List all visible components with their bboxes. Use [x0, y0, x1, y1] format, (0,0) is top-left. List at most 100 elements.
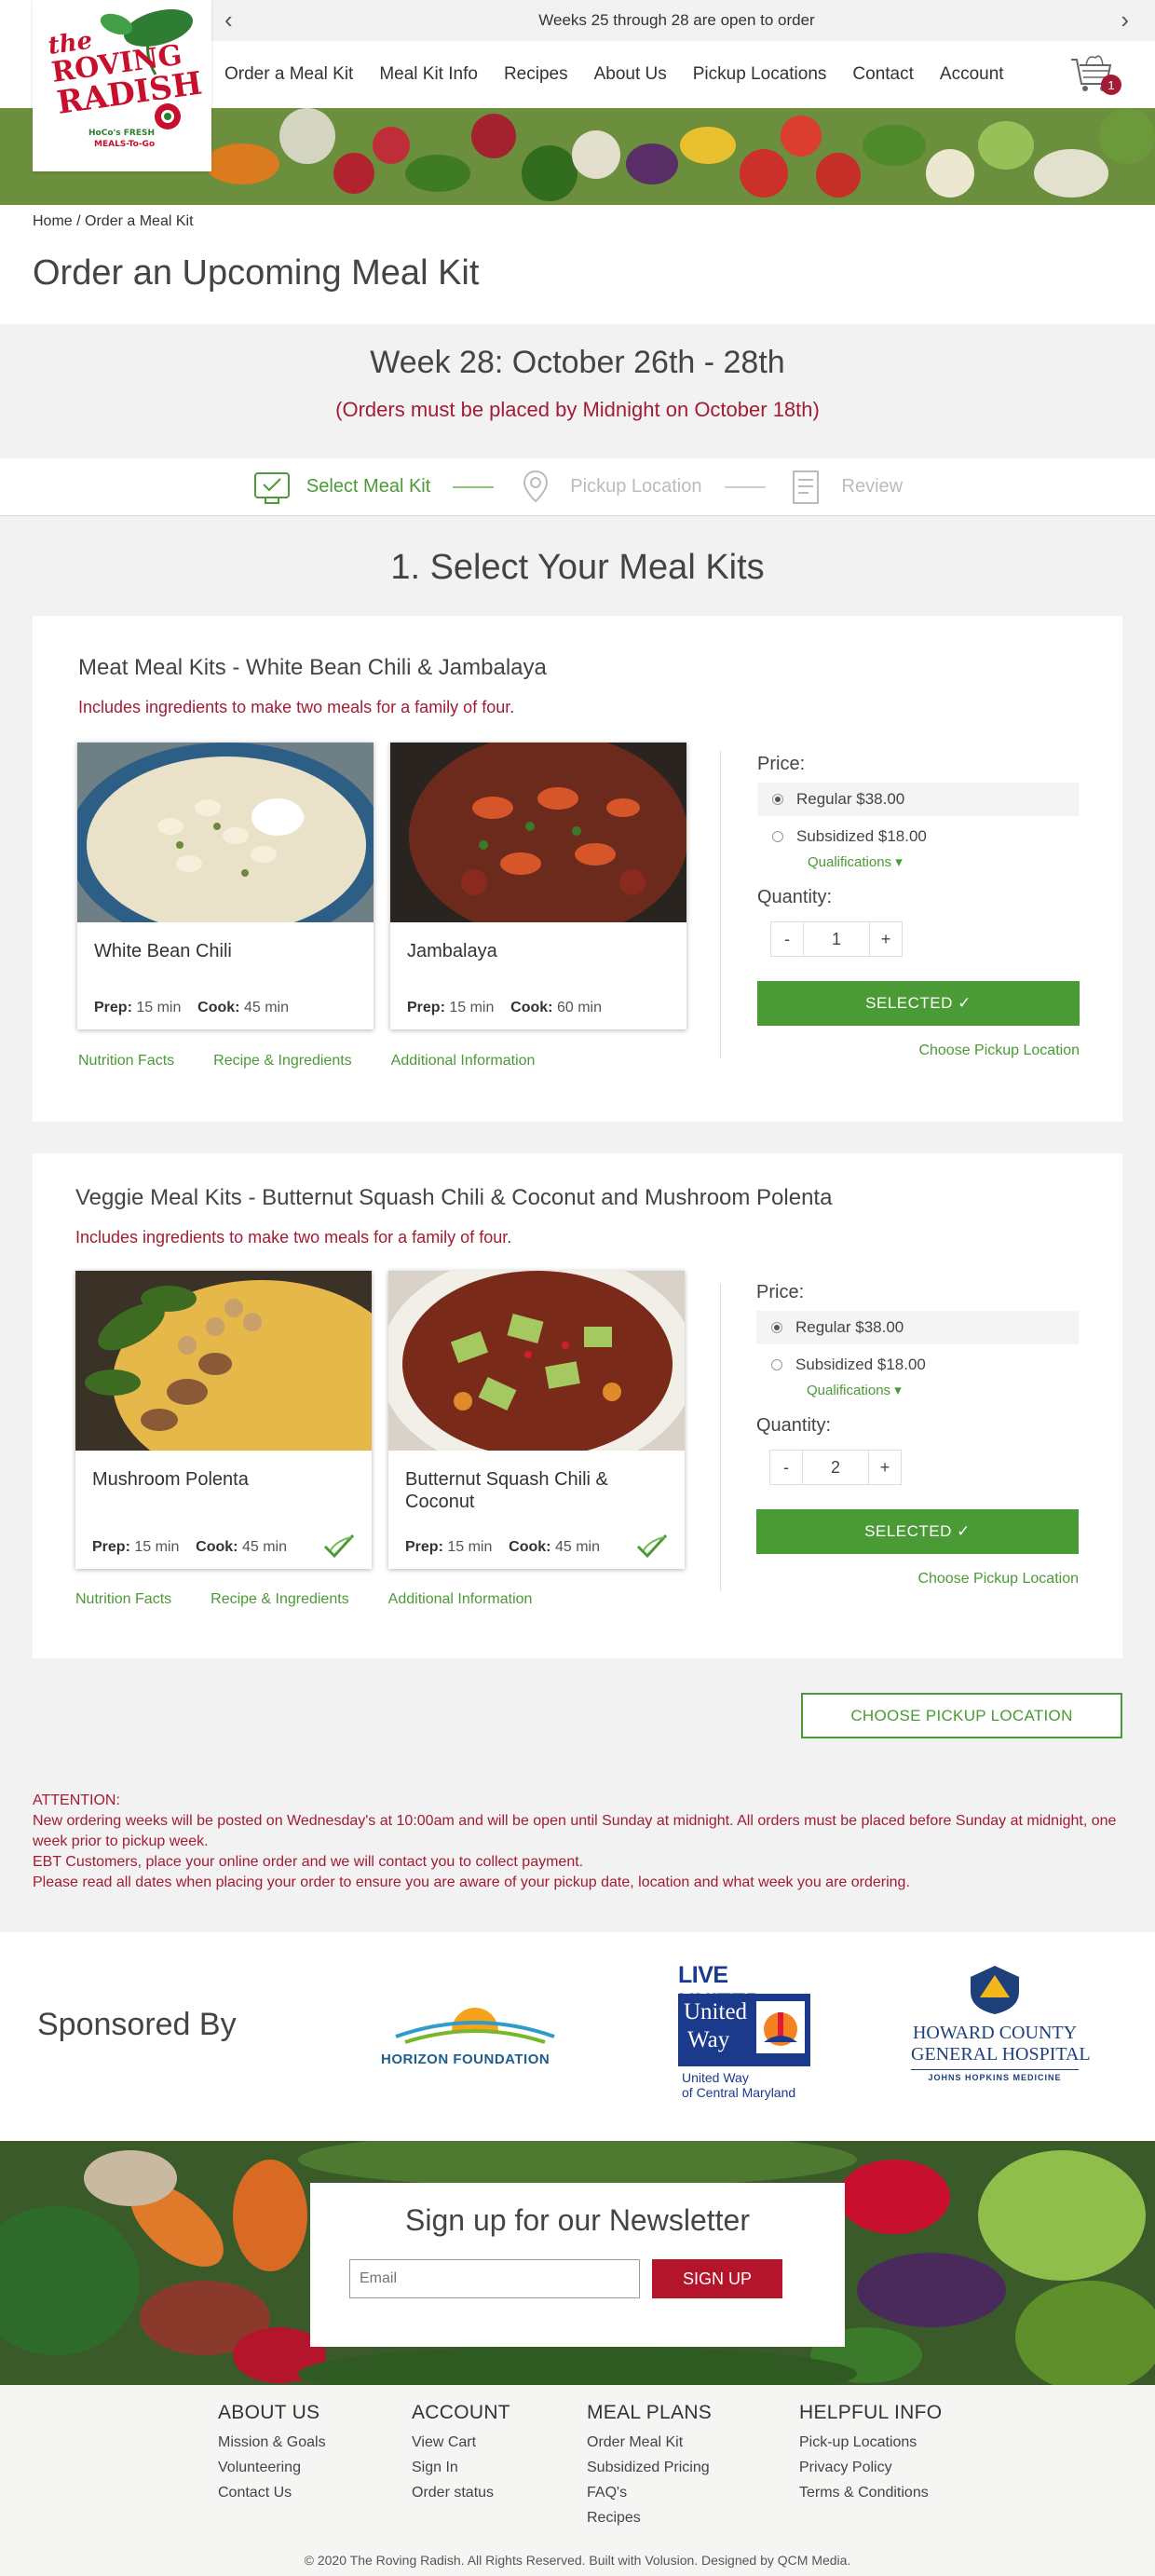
quantity-label: Quantity:: [756, 1415, 832, 1436]
mushroom-polenta-image: [75, 1271, 372, 1451]
sponsors-title: Sponsored By: [37, 2007, 237, 2042]
price-regular-option[interactable]: Regular $38.00: [757, 783, 1080, 816]
quantity-stepper: - 1 +: [770, 921, 1080, 957]
cart-icon[interactable]: 1: [1067, 47, 1121, 95]
footer-heading: ABOUT US: [218, 2402, 320, 2423]
qualifications-toggle[interactable]: Qualifications ▾: [808, 853, 1080, 870]
breadcrumb-separator: /: [72, 213, 86, 229]
page-title: Order an Upcoming Meal Kit: [33, 253, 480, 293]
step-pickup-location[interactable]: Pickup Location: [516, 468, 702, 507]
additional-info-link[interactable]: Additional Information: [388, 1591, 533, 1607]
newsletter-email-input[interactable]: [349, 2259, 640, 2298]
horizon-foundation-logo[interactable]: HORIZON FOUNDATION: [377, 1999, 573, 2074]
page: { "topbar": {"text": "Weeks 25 through 2…: [0, 0, 1155, 2576]
quantity-minus-button[interactable]: -: [769, 1450, 803, 1485]
additional-info-link[interactable]: Additional Information: [391, 1053, 536, 1069]
step-review[interactable]: Review: [788, 468, 903, 507]
copyright-text: © 2020 The Roving Radish. All Rights Res…: [304, 2553, 851, 2568]
order-deadline: (Orders must be placed by Midnight on Oc…: [335, 398, 820, 421]
price-subsidized-option[interactable]: Subsidized $18.00: [756, 1348, 1079, 1382]
nav-pickup-locations[interactable]: Pickup Locations: [693, 64, 827, 85]
choose-pickup-link[interactable]: Choose Pickup Location: [757, 1043, 1080, 1059]
footer-link[interactable]: Subsidized Pricing: [587, 2455, 712, 2480]
breadcrumb: Home / Order a Meal Kit: [33, 213, 194, 230]
sign-up-button[interactable]: SIGN UP: [652, 2259, 782, 2298]
breadcrumb-current: Order a Meal Kit: [85, 213, 194, 229]
choose-pickup-link[interactable]: Choose Pickup Location: [756, 1571, 1079, 1588]
footer-link[interactable]: Privacy Policy: [799, 2455, 942, 2480]
price-panel: Price: Regular $38.00 Subsidized $18.00 …: [757, 754, 1080, 1059]
map-pin-step-icon: [523, 470, 549, 502]
price-subsidized-option[interactable]: Subsidized $18.00: [757, 820, 1080, 853]
quantity-stepper: - 2 +: [769, 1450, 1079, 1485]
nav-order-meal-kit[interactable]: Order a Meal Kit: [224, 64, 353, 85]
breadcrumb-home[interactable]: Home: [33, 213, 73, 229]
step-select-meal-kit[interactable]: Select Meal Kit: [252, 468, 430, 507]
attention-notice: ATTENTION: New ordering weeks will be po…: [33, 1791, 1122, 1893]
nav-recipes[interactable]: Recipes: [504, 64, 568, 85]
selected-button[interactable]: SELECTED ✓: [756, 1509, 1079, 1554]
footer-link[interactable]: Order Meal Kit: [587, 2430, 712, 2455]
butternut-squash-chili-image: [388, 1271, 685, 1451]
cart-count-badge: 1: [1101, 75, 1121, 95]
footer-link[interactable]: Recipes: [587, 2505, 712, 2530]
kit-times: Prep: 15 min Cook: 45 min: [405, 1539, 600, 1555]
footer-link[interactable]: Terms & Conditions: [799, 2480, 942, 2505]
kit-white-bean-chili[interactable]: White Bean Chili Prep: 15 min Cook: 45 m…: [77, 743, 374, 1029]
quantity-minus-button[interactable]: -: [770, 921, 804, 957]
card-subtitle: Includes ingredients to make two meals f…: [75, 1228, 512, 1247]
step-label: Pickup Location: [570, 476, 702, 497]
radio-icon: [772, 831, 783, 842]
next-arrow-icon[interactable]: ›: [1121, 7, 1129, 32]
site-logo[interactable]: the ROVING RADISH HoCo's FRESH MEALS-To-…: [33, 0, 211, 171]
announcement-text: Weeks 25 through 28 are open to order: [538, 11, 815, 29]
selected-check-icon: [636, 1533, 668, 1559]
main-nav: Order a Meal Kit Meal Kit Info Recipes A…: [198, 41, 1155, 108]
recipe-ingredients-link[interactable]: Recipe & Ingredients: [211, 1591, 349, 1607]
nutrition-facts-link[interactable]: Nutrition Facts: [75, 1591, 171, 1607]
prev-arrow-icon[interactable]: ‹: [224, 7, 233, 32]
footer-link[interactable]: Pick-up Locations: [799, 2430, 942, 2455]
nav-meal-kit-info[interactable]: Meal Kit Info: [379, 64, 478, 85]
footer-heading: MEAL PLANS: [587, 2402, 713, 2423]
attention-line: Please read all dates when placing your …: [33, 1874, 910, 1890]
united-way-logo[interactable]: LIVE UNITED United Way United Way of Cen…: [678, 1962, 818, 2102]
site-footer: ABOUT US Mission & Goals Volunteering Co…: [0, 2385, 1155, 2576]
footer-link[interactable]: Contact Us: [218, 2480, 326, 2505]
united-way-hand-icon: [756, 2001, 805, 2053]
footer-link[interactable]: FAQ's: [587, 2480, 712, 2505]
nav-account[interactable]: Account: [940, 64, 1004, 85]
kit-times: Prep: 15 min Cook: 45 min: [94, 1000, 289, 1015]
quantity-plus-button[interactable]: +: [868, 1450, 902, 1485]
divider: [720, 751, 721, 1058]
nav-about-us[interactable]: About Us: [594, 64, 667, 85]
howard-county-hospital-logo[interactable]: HOWARD COUNTY GENERAL HOSPITAL JOHNS HOP…: [911, 1964, 1091, 2104]
footer-link[interactable]: Sign In: [412, 2455, 510, 2480]
choose-pickup-location-button[interactable]: CHOOSE PICKUP LOCATION: [801, 1693, 1122, 1738]
radio-icon: [771, 1359, 782, 1370]
qualifications-toggle[interactable]: Qualifications ▾: [807, 1382, 1079, 1398]
footer-col-account: ACCOUNT View Cart Sign In Order status: [412, 2402, 510, 2505]
footer-link[interactable]: Volunteering: [218, 2455, 326, 2480]
footer-link[interactable]: View Cart: [412, 2430, 510, 2455]
quantity-plus-button[interactable]: +: [869, 921, 903, 957]
quantity-value[interactable]: 2: [803, 1450, 868, 1485]
selected-button[interactable]: SELECTED ✓: [757, 981, 1080, 1026]
kit-butternut-squash-chili[interactable]: Butternut Squash Chili & Coconut Prep: 1…: [388, 1271, 685, 1569]
kit-mushroom-polenta[interactable]: Mushroom Polenta Prep: 15 min Cook: 45 m…: [75, 1271, 372, 1569]
nav-contact[interactable]: Contact: [852, 64, 913, 85]
kit-name: White Bean Chili: [94, 941, 232, 961]
recipe-ingredients-link[interactable]: Recipe & Ingredients: [213, 1053, 352, 1069]
footer-link[interactable]: Mission & Goals: [218, 2430, 326, 2455]
nutrition-facts-link[interactable]: Nutrition Facts: [78, 1053, 174, 1069]
kit-jambalaya[interactable]: Jambalaya Prep: 15 min Cook: 60 min: [390, 743, 686, 1029]
step-label: Select Meal Kit: [306, 476, 431, 497]
quantity-label: Quantity:: [757, 887, 833, 907]
price-regular-option[interactable]: Regular $38.00: [756, 1311, 1079, 1344]
kit-name: Jambalaya: [407, 941, 497, 961]
footer-link[interactable]: Order status: [412, 2480, 510, 2505]
footer-col-about: ABOUT US Mission & Goals Volunteering Co…: [218, 2402, 326, 2505]
quantity-value[interactable]: 1: [804, 921, 869, 957]
review-step-icon: [792, 470, 819, 504]
step-connector: [453, 485, 495, 488]
